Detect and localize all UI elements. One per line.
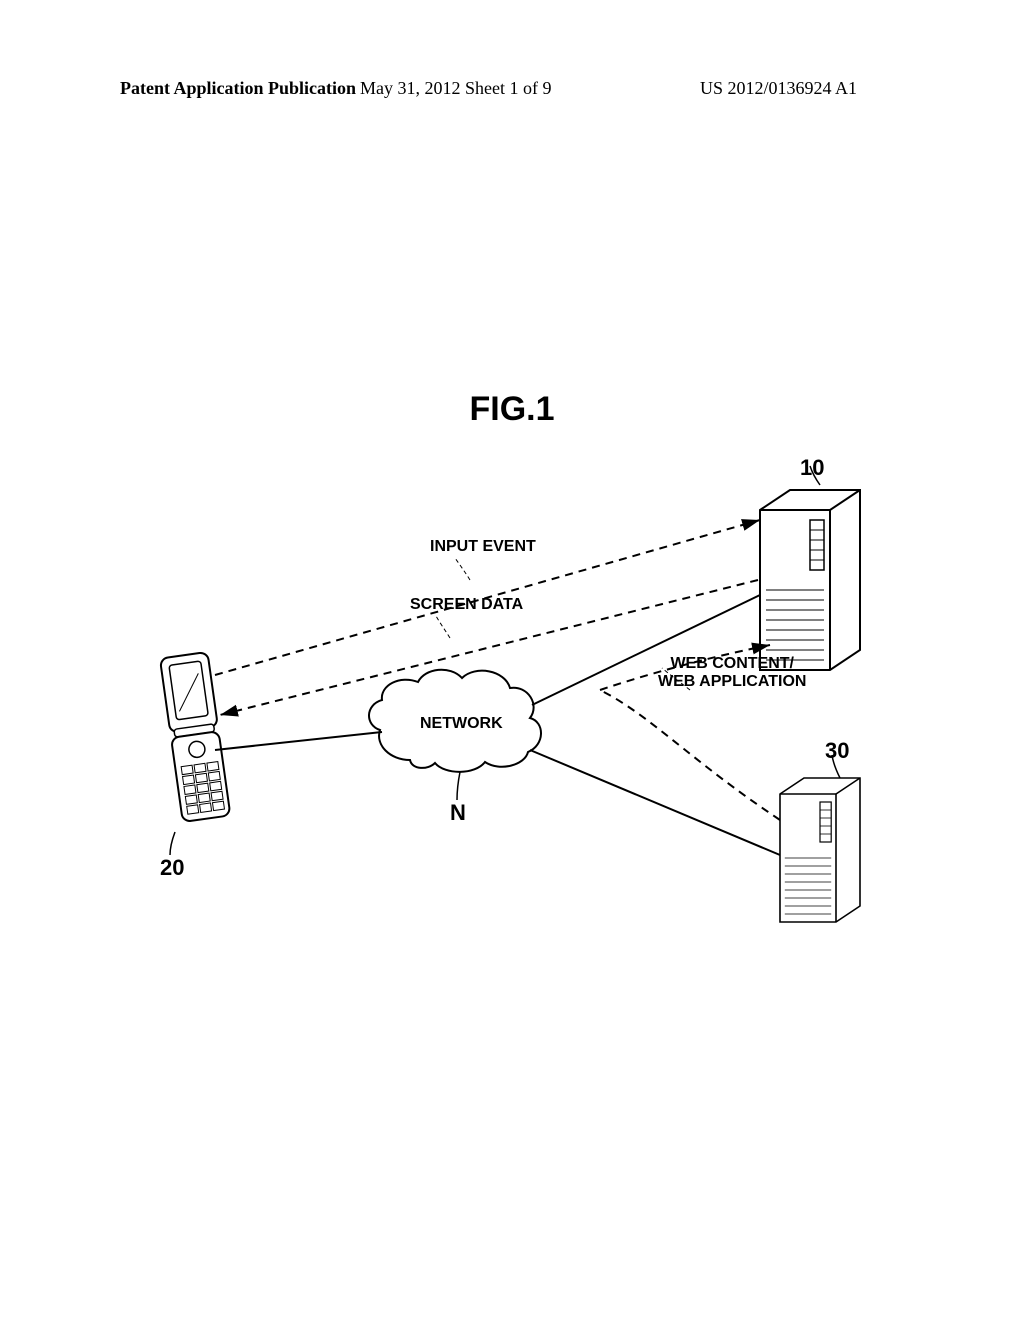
- diagram: INPUT EVENT SCREEN DATA WEB CONTENT/ WEB…: [120, 460, 920, 940]
- ref-10: 10: [800, 455, 824, 481]
- label-web-content: WEB CONTENT/ WEB APPLICATION: [658, 655, 806, 692]
- header-right: US 2012/0136924 A1: [700, 78, 857, 99]
- server-icon-10: [760, 490, 860, 670]
- header-center: May 31, 2012 Sheet 1 of 9: [360, 78, 551, 99]
- page: Patent Application Publication May 31, 2…: [0, 0, 1024, 1320]
- diagram-svg: [120, 460, 920, 940]
- ref-n: N: [450, 800, 466, 826]
- label-network: NETWORK: [420, 715, 503, 733]
- figure-title: FIG.1: [0, 390, 1024, 429]
- ref-30: 30: [825, 738, 849, 764]
- ref-20: 20: [160, 855, 184, 881]
- server-icon-30: [780, 778, 860, 922]
- header-left: Patent Application Publication: [120, 78, 356, 99]
- label-screen-data: SCREEN DATA: [410, 596, 523, 614]
- label-input-event: INPUT EVENT: [430, 538, 536, 556]
- phone-icon: [160, 652, 230, 822]
